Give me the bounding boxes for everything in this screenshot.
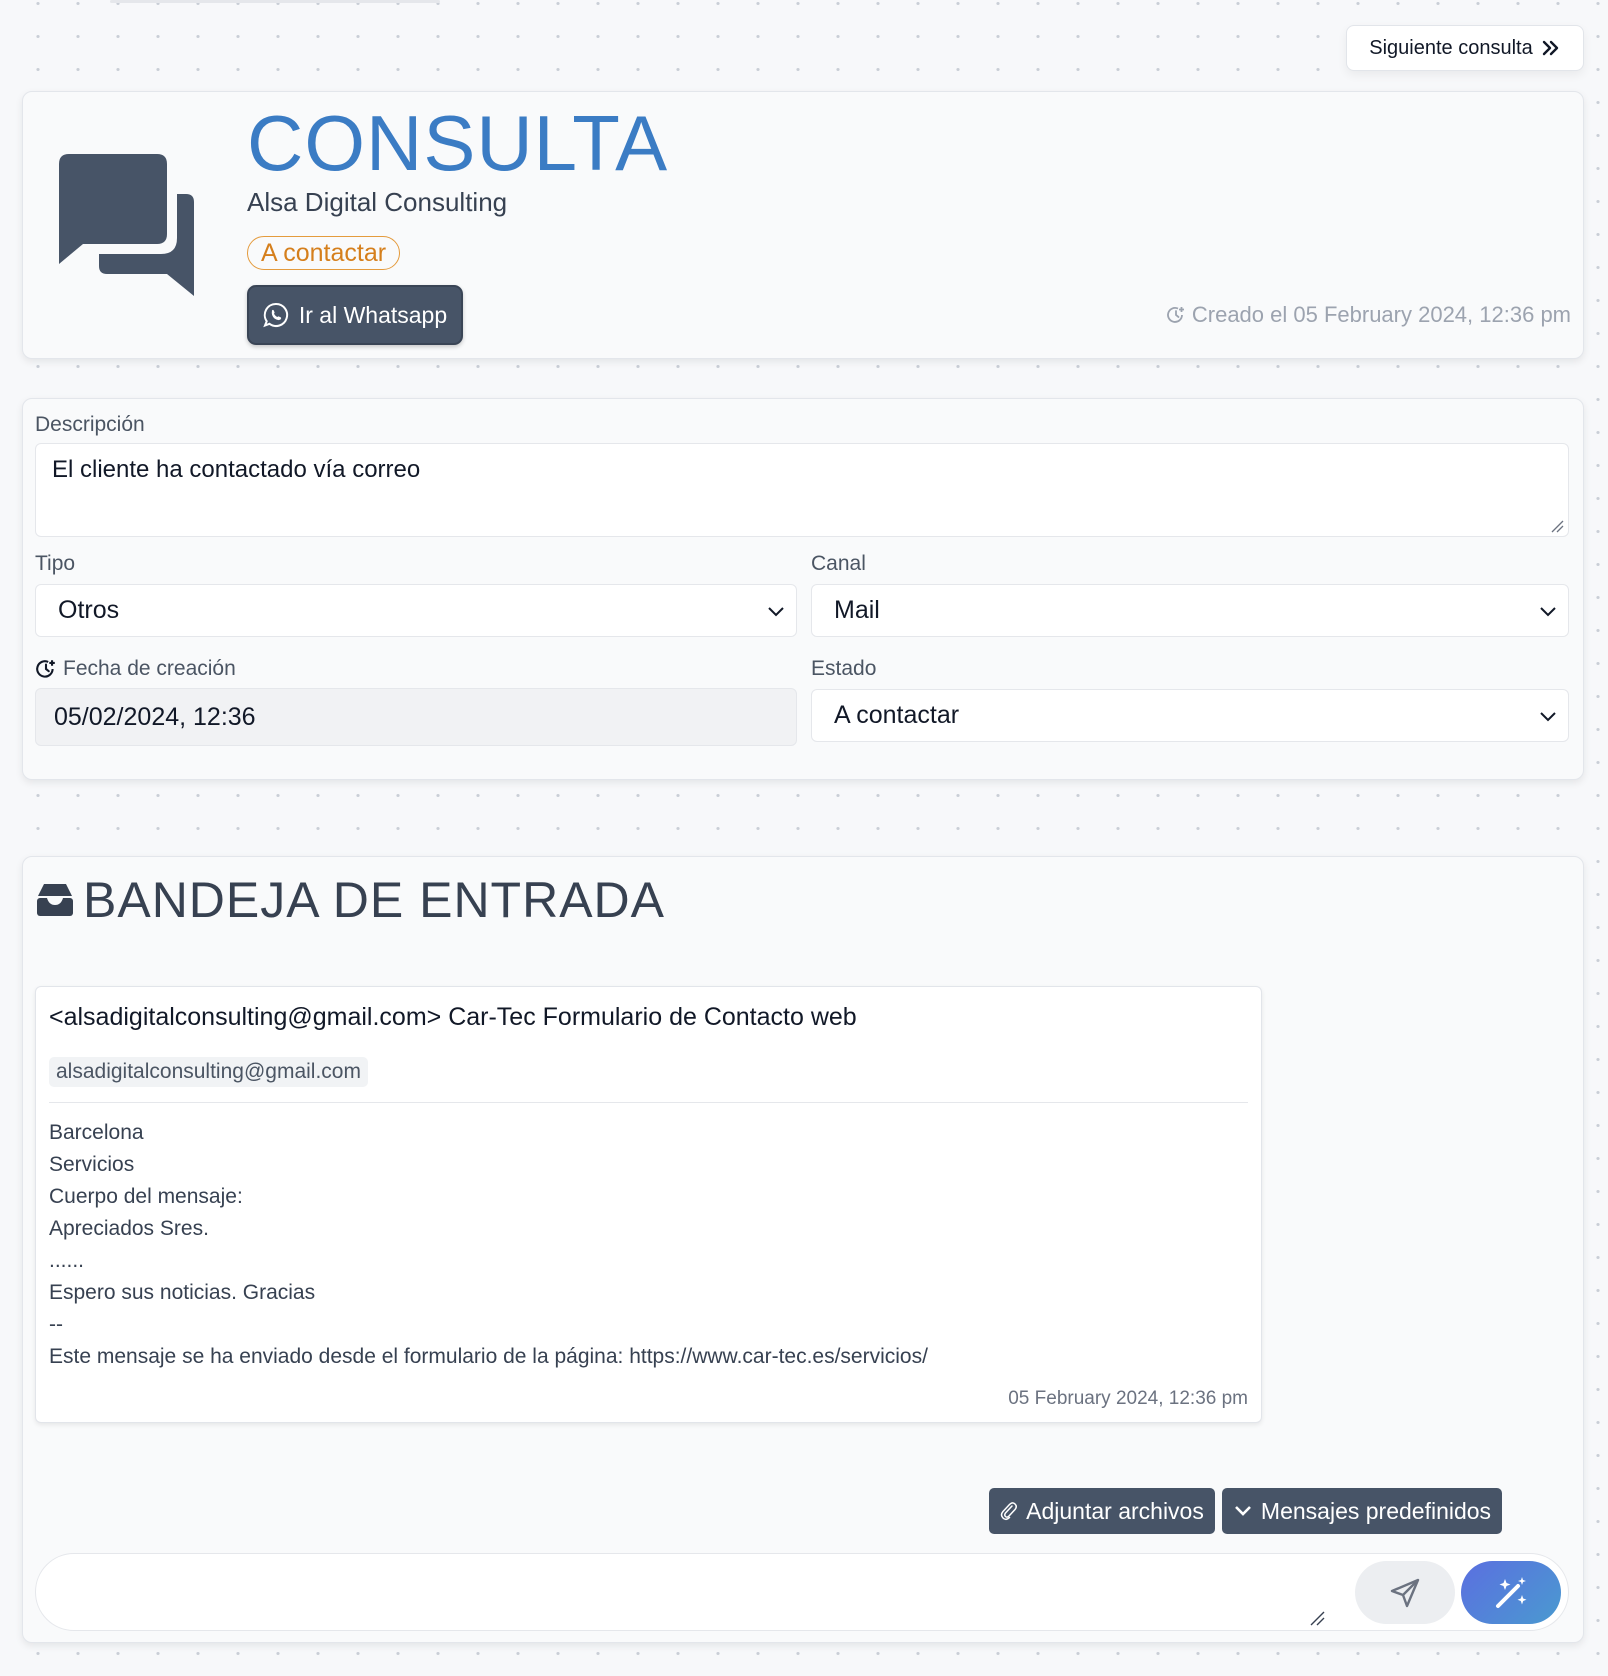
page-title: CONSULTA (247, 99, 669, 187)
consulta-header-card: CONSULTA Alsa Digital Consulting A conta… (22, 91, 1584, 359)
divider (49, 1102, 1248, 1103)
email-subject: <alsadigitalconsulting@gmail.com> Car-Te… (49, 1003, 857, 1031)
paperclip-icon (1000, 1502, 1018, 1521)
fecha-label: Fecha de creación (35, 657, 236, 681)
comments-icon (59, 154, 194, 296)
inbox-title-text: BANDEJA DE ENTRADA (83, 872, 666, 928)
email-body-line: Espero sus noticias. Gracias (49, 1281, 316, 1304)
magic-wand-sparkles-icon (1496, 1576, 1527, 1608)
estado-value: A contactar (834, 701, 960, 729)
double-chevron-right-icon (1542, 40, 1558, 56)
email-body-line: -- (49, 1313, 63, 1336)
next-consulta-label: Siguiente consulta (1369, 36, 1533, 59)
tipo-value: Otros (58, 596, 120, 624)
fecha-input[interactable]: 05/02/2024, 12:36 (35, 688, 797, 746)
company-name: Alsa Digital Consulting (247, 187, 508, 217)
paper-plane-icon (1390, 1578, 1420, 1607)
email-body-line: Servicios (49, 1153, 135, 1176)
description-label: Descripción (35, 413, 145, 436)
email-body-line: Apreciados Sres. (49, 1217, 209, 1240)
description-textarea[interactable]: El cliente ha contactado vía correo (35, 443, 1569, 537)
clock-plus-icon (1167, 307, 1184, 323)
fecha-label-text: Fecha de creación (63, 657, 236, 680)
estado-select[interactable]: A contactar (811, 689, 1569, 742)
description-value: El cliente ha contactado vía correo (52, 456, 421, 483)
fecha-value: 05/02/2024, 12:36 (54, 702, 256, 731)
top-scroll-indicator (110, 0, 440, 3)
tipo-label: Tipo (35, 552, 76, 575)
created-info: Creado el 05 February 2024, 12:36 pm (1166, 302, 1571, 328)
attach-files-button[interactable]: Adjuntar archivos (989, 1488, 1215, 1534)
chevron-down-icon (1540, 606, 1556, 616)
resize-handle-icon[interactable] (1550, 519, 1564, 533)
inbox-title: BANDEJA DE ENTRADA (35, 871, 665, 929)
next-consulta-button[interactable]: Siguiente consulta (1346, 25, 1584, 71)
chevron-down-icon (768, 606, 784, 616)
whatsapp-button[interactable]: Ir al Whatsapp (247, 285, 463, 345)
clock-plus-icon (36, 660, 55, 678)
inbox-icon (37, 884, 73, 916)
email-sender-badge: alsadigitalconsulting@gmail.com (49, 1057, 368, 1087)
whatsapp-icon (263, 302, 288, 328)
tipo-select[interactable]: Otros (35, 584, 797, 637)
send-button[interactable] (1355, 1561, 1455, 1624)
email-body-line: Barcelona (49, 1121, 144, 1144)
attach-files-label: Adjuntar archivos (1026, 1497, 1204, 1524)
message-composer[interactable] (35, 1553, 1569, 1631)
email-message[interactable]: <alsadigitalconsulting@gmail.com> Car-Te… (35, 986, 1262, 1423)
resize-handle-icon[interactable] (1309, 1610, 1325, 1626)
inbox-card: BANDEJA DE ENTRADA <alsadigitalconsultin… (22, 856, 1584, 1643)
canal-label: Canal (811, 552, 866, 575)
canal-value: Mail (834, 596, 880, 624)
whatsapp-label: Ir al Whatsapp (298, 301, 448, 328)
email-body-line: Cuerpo del mensaje: (49, 1185, 243, 1208)
email-body: Barcelona Servicios Cuerpo del mensaje: … (49, 1117, 928, 1373)
email-body-line: Este mensaje se ha enviado desde el form… (49, 1345, 928, 1368)
canal-select[interactable]: Mail (811, 584, 1569, 637)
estado-label: Estado (811, 657, 877, 680)
ai-magic-button[interactable] (1461, 1561, 1561, 1624)
chevron-down-icon (1235, 1506, 1251, 1516)
predefined-messages-label: Mensajes predefinidos (1260, 1497, 1492, 1524)
predefined-messages-button[interactable]: Mensajes predefinidos (1222, 1488, 1502, 1534)
chevron-down-icon (1540, 711, 1556, 721)
consulta-form-card: Descripción El cliente ha contactado vía… (22, 398, 1584, 780)
created-text: Creado el 05 February 2024, 12:36 pm (1191, 302, 1571, 327)
email-date: 05 February 2024, 12:36 pm (1008, 1388, 1248, 1409)
status-badge: A contactar (247, 236, 401, 270)
email-body-line: ...... (49, 1249, 85, 1272)
